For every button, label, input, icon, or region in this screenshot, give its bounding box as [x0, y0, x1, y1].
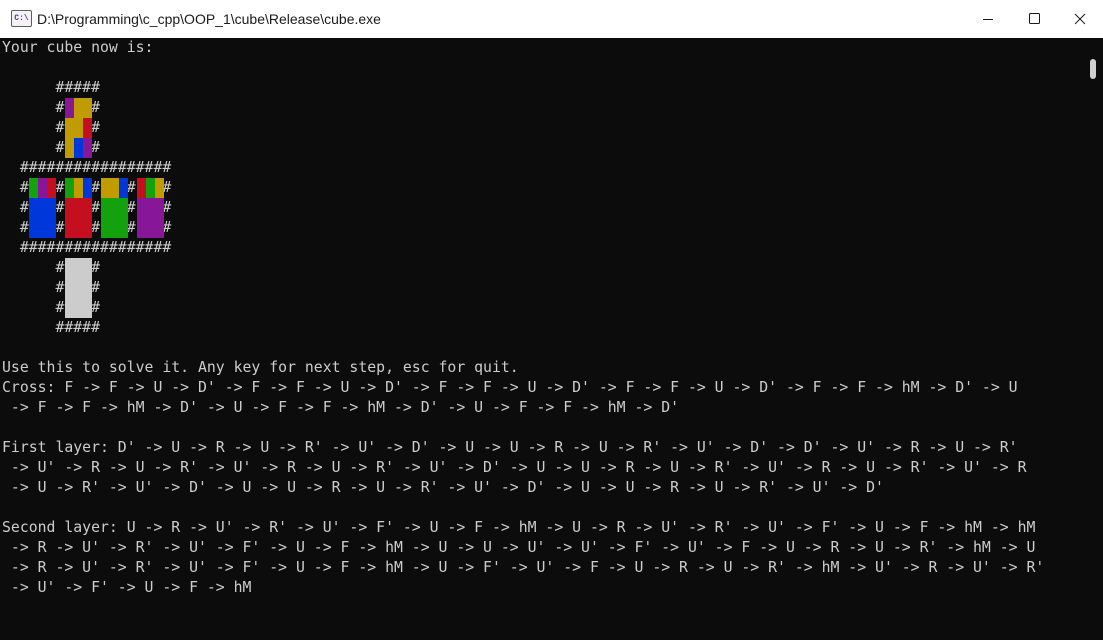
bottom-face-sticker	[65, 258, 74, 278]
front-face-sticker	[65, 178, 74, 198]
console-window: C:\ D:\Programming\c_cpp\OOP_1\cube\Rele…	[0, 0, 1103, 640]
output-line: -> F -> F -> hM -> D' -> U -> F -> F -> …	[2, 399, 680, 416]
output-line: -> U -> R' -> U' -> D' -> U -> U -> R ->…	[2, 479, 884, 496]
bottom-face-sticker	[83, 298, 92, 318]
minimize-icon	[983, 19, 993, 20]
output-line: Cross: F -> F -> U -> D' -> F -> F -> U …	[2, 379, 1018, 396]
top-face-sticker	[74, 138, 83, 158]
maximize-icon	[1029, 13, 1040, 24]
minimize-button[interactable]	[965, 0, 1011, 38]
scrollbar-thumb[interactable]	[1090, 59, 1096, 79]
output-header: Your cube now is:	[2, 39, 154, 56]
output-line: First layer: D' -> U -> R -> U -> R' -> …	[2, 439, 1018, 456]
back-face-sticker	[137, 218, 146, 238]
back-face-sticker	[137, 198, 146, 218]
top-face-sticker	[65, 118, 74, 138]
left-face-sticker	[29, 218, 38, 238]
left-face-sticker	[38, 198, 47, 218]
scrollbar-track[interactable]	[1088, 38, 1103, 640]
window-title: D:\Programming\c_cpp\OOP_1\cube\Release\…	[37, 11, 381, 27]
title-bar[interactable]: C:\ D:\Programming\c_cpp\OOP_1\cube\Rele…	[0, 0, 1103, 38]
back-face-sticker	[146, 178, 155, 198]
right-face-sticker	[101, 178, 110, 198]
cube-art-line: #################	[2, 239, 172, 256]
cube-art-line: #####	[2, 79, 100, 96]
top-face-sticker	[83, 98, 92, 118]
right-face-sticker	[110, 218, 119, 238]
back-face-sticker	[155, 198, 164, 218]
front-face-sticker	[65, 198, 74, 218]
right-face-sticker	[119, 178, 128, 198]
front-face-sticker	[83, 218, 92, 238]
back-face-sticker	[155, 178, 164, 198]
front-face-sticker	[74, 178, 83, 198]
top-face-sticker	[74, 98, 83, 118]
front-face-sticker	[83, 178, 92, 198]
top-face-sticker	[83, 138, 92, 158]
back-face-sticker	[155, 218, 164, 238]
left-face-sticker	[47, 178, 56, 198]
left-face-sticker	[38, 218, 47, 238]
bottom-face-sticker	[83, 278, 92, 298]
top-face-sticker	[65, 98, 74, 118]
bottom-face-sticker	[83, 258, 92, 278]
front-face-sticker	[74, 218, 83, 238]
left-face-sticker	[47, 218, 56, 238]
top-face-sticker	[65, 138, 74, 158]
close-button[interactable]	[1057, 0, 1103, 38]
output-line: -> U' -> F' -> U -> F -> hM	[2, 579, 252, 596]
top-face-sticker	[83, 118, 92, 138]
front-face-sticker	[83, 198, 92, 218]
console-app-icon: C:\	[11, 10, 32, 27]
maximize-button[interactable]	[1011, 0, 1057, 38]
bottom-face-sticker	[74, 278, 83, 298]
right-face-sticker	[119, 218, 128, 238]
bottom-face-sticker	[65, 298, 74, 318]
back-face-sticker	[146, 218, 155, 238]
front-face-sticker	[65, 218, 74, 238]
output-line: Use this to solve it. Any key for next s…	[2, 359, 519, 376]
output-line: -> R -> U' -> R' -> U' -> F' -> U -> F -…	[2, 539, 1036, 556]
right-face-sticker	[119, 198, 128, 218]
left-face-sticker	[29, 178, 38, 198]
output-line: -> U' -> R -> U -> R' -> U' -> R -> U ->…	[2, 459, 1027, 476]
output-line: Second layer: U -> R -> U' -> R' -> U' -…	[2, 519, 1036, 536]
bottom-face-sticker	[74, 258, 83, 278]
top-face-sticker	[74, 118, 83, 138]
back-face-sticker	[137, 178, 146, 198]
bottom-face-sticker	[74, 298, 83, 318]
right-face-sticker	[101, 198, 110, 218]
right-face-sticker	[101, 218, 110, 238]
left-face-sticker	[47, 198, 56, 218]
left-face-sticker	[38, 178, 47, 198]
cube-art-line: #################	[2, 159, 172, 176]
back-face-sticker	[146, 198, 155, 218]
front-face-sticker	[74, 198, 83, 218]
console-output[interactable]: Your cube now is: ##### # # # # # # ####…	[0, 38, 1088, 640]
close-icon	[1074, 13, 1086, 25]
cube-art-line: #####	[2, 319, 100, 336]
output-line: -> R -> U' -> R' -> U' -> F' -> U -> F -…	[2, 559, 1045, 576]
left-face-sticker	[29, 198, 38, 218]
bottom-face-sticker	[65, 278, 74, 298]
right-face-sticker	[110, 178, 119, 198]
right-face-sticker	[110, 198, 119, 218]
